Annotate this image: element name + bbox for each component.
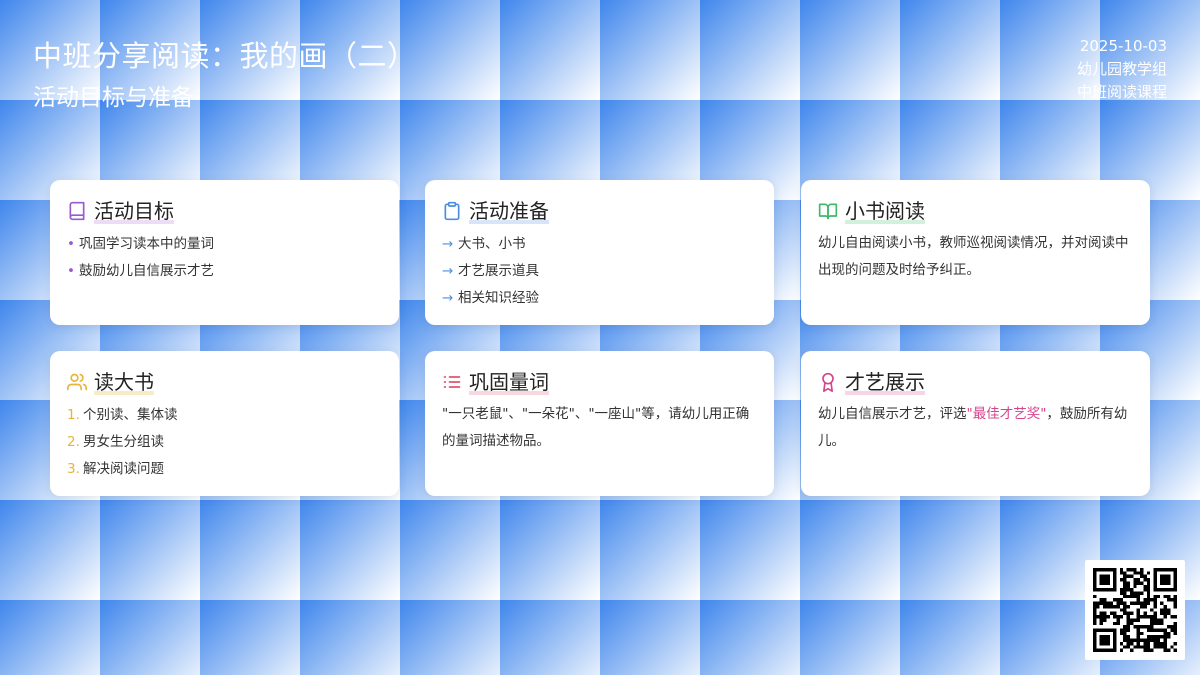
card-header: 才艺展示 [818, 368, 1133, 396]
list-item-text: 男女生分组读 [83, 434, 164, 450]
list-item: • 巩固学习读本中的量词 [67, 231, 382, 258]
list-icon [442, 372, 462, 392]
prep-list: → 大书、小书 → 才艺展示道具 → 相关知识经验 [442, 231, 757, 312]
card-read-big-book: 读大书 1. 个别读、集体读 2. 男女生分组读 3. 解决阅读问题 [50, 351, 399, 496]
page-title: 中班分享阅读：我的画（二） [33, 39, 417, 73]
list-item: 2. 男女生分组读 [67, 429, 382, 456]
card-title: 巩固量词 [469, 369, 549, 395]
qr-code-icon [1093, 568, 1177, 652]
card-header: 巩固量词 [442, 368, 757, 396]
list-item: → 相关知识经验 [442, 285, 757, 312]
list-item: 3. 解决阅读问题 [67, 456, 382, 483]
list-item-text: 巩固学习读本中的量词 [79, 236, 214, 252]
arrow-marker: → [442, 263, 454, 279]
list-item-text: 相关知识经验 [458, 290, 539, 306]
course-label: 中班阅读课程 [1076, 83, 1167, 101]
card-activity-prep: 活动准备 → 大书、小书 → 才艺展示道具 → 相关知识经验 [425, 180, 774, 325]
card-header: 活动目标 [67, 197, 382, 225]
award-highlight: "最佳才艺奖" [966, 406, 1047, 422]
arrow-marker: → [442, 236, 454, 252]
card-body-text: 幼儿自由阅读小书，教师巡视阅读情况，并对阅读中出现的问题及时给予纠正。 [818, 235, 1129, 278]
header-meta: 2025-10-03 幼儿园教学组 中班阅读课程 [1077, 35, 1167, 104]
card-title: 读大书 [94, 369, 154, 395]
card-header: 读大书 [67, 368, 382, 396]
date-label: 2025-10-03 [1079, 37, 1167, 55]
goal-list: • 巩固学习读本中的量词 • 鼓励幼儿自信展示才艺 [67, 231, 382, 285]
list-item-text: 大书、小书 [458, 236, 526, 252]
slide-header: 中班分享阅读：我的画（二） 活动目标与准备 2025-10-03 幼儿园教学组 … [0, 0, 1200, 111]
page-subtitle: 活动目标与准备 [33, 85, 194, 111]
card-body-text: "一只老鼠"、"一朵花"、"一座山"等，请幼儿用正确的量词描述物品。 [442, 406, 750, 449]
qr-code [1085, 560, 1185, 660]
card-title: 小书阅读 [845, 198, 925, 224]
bullet-marker: • [67, 263, 75, 279]
list-item: → 才艺展示道具 [442, 258, 757, 285]
card-title: 活动目标 [94, 198, 174, 224]
number-marker: 2. [67, 434, 80, 450]
org-label: 幼儿园教学组 [1076, 60, 1167, 78]
book-icon [67, 201, 87, 221]
book-open-icon [818, 201, 838, 221]
card-header: 小书阅读 [818, 197, 1133, 225]
list-item-text: 解决阅读问题 [83, 461, 164, 477]
list-item: 1. 个别读、集体读 [67, 402, 382, 429]
card-talent-show: 才艺展示 幼儿自信展示才艺，评选"最佳才艺奖"，鼓励所有幼儿。 [801, 351, 1150, 496]
award-icon [818, 372, 838, 392]
clipboard-icon [442, 201, 462, 221]
list-item-text: 鼓励幼儿自信展示才艺 [79, 263, 214, 279]
card-body-text: 幼儿自信展示才艺，评选"最佳才艺奖"，鼓励所有幼儿。 [818, 401, 1133, 455]
card-small-book-reading: 小书阅读 幼儿自由阅读小书，教师巡视阅读情况，并对阅读中出现的问题及时给予纠正。 [801, 180, 1150, 325]
card-activity-goals: 活动目标 • 巩固学习读本中的量词 • 鼓励幼儿自信展示才艺 [50, 180, 399, 325]
body-text-part: 幼儿自信展示才艺，评选 [818, 406, 967, 422]
card-header: 活动准备 [442, 197, 757, 225]
number-marker: 1. [67, 407, 80, 423]
list-item: • 鼓励幼儿自信展示才艺 [67, 258, 382, 285]
arrow-marker: → [442, 290, 454, 306]
card-title: 活动准备 [469, 198, 549, 224]
reading-steps-list: 1. 个别读、集体读 2. 男女生分组读 3. 解决阅读问题 [67, 402, 382, 483]
card-title: 才艺展示 [845, 369, 925, 395]
card-measure-words: 巩固量词 "一只老鼠"、"一朵花"、"一座山"等，请幼儿用正确的量词描述物品。 [425, 351, 774, 496]
list-item-text: 个别读、集体读 [83, 407, 178, 423]
bullet-marker: • [67, 236, 75, 252]
number-marker: 3. [67, 461, 80, 477]
list-item-text: 才艺展示道具 [458, 263, 539, 279]
users-icon [67, 372, 87, 392]
list-item: → 大书、小书 [442, 231, 757, 258]
